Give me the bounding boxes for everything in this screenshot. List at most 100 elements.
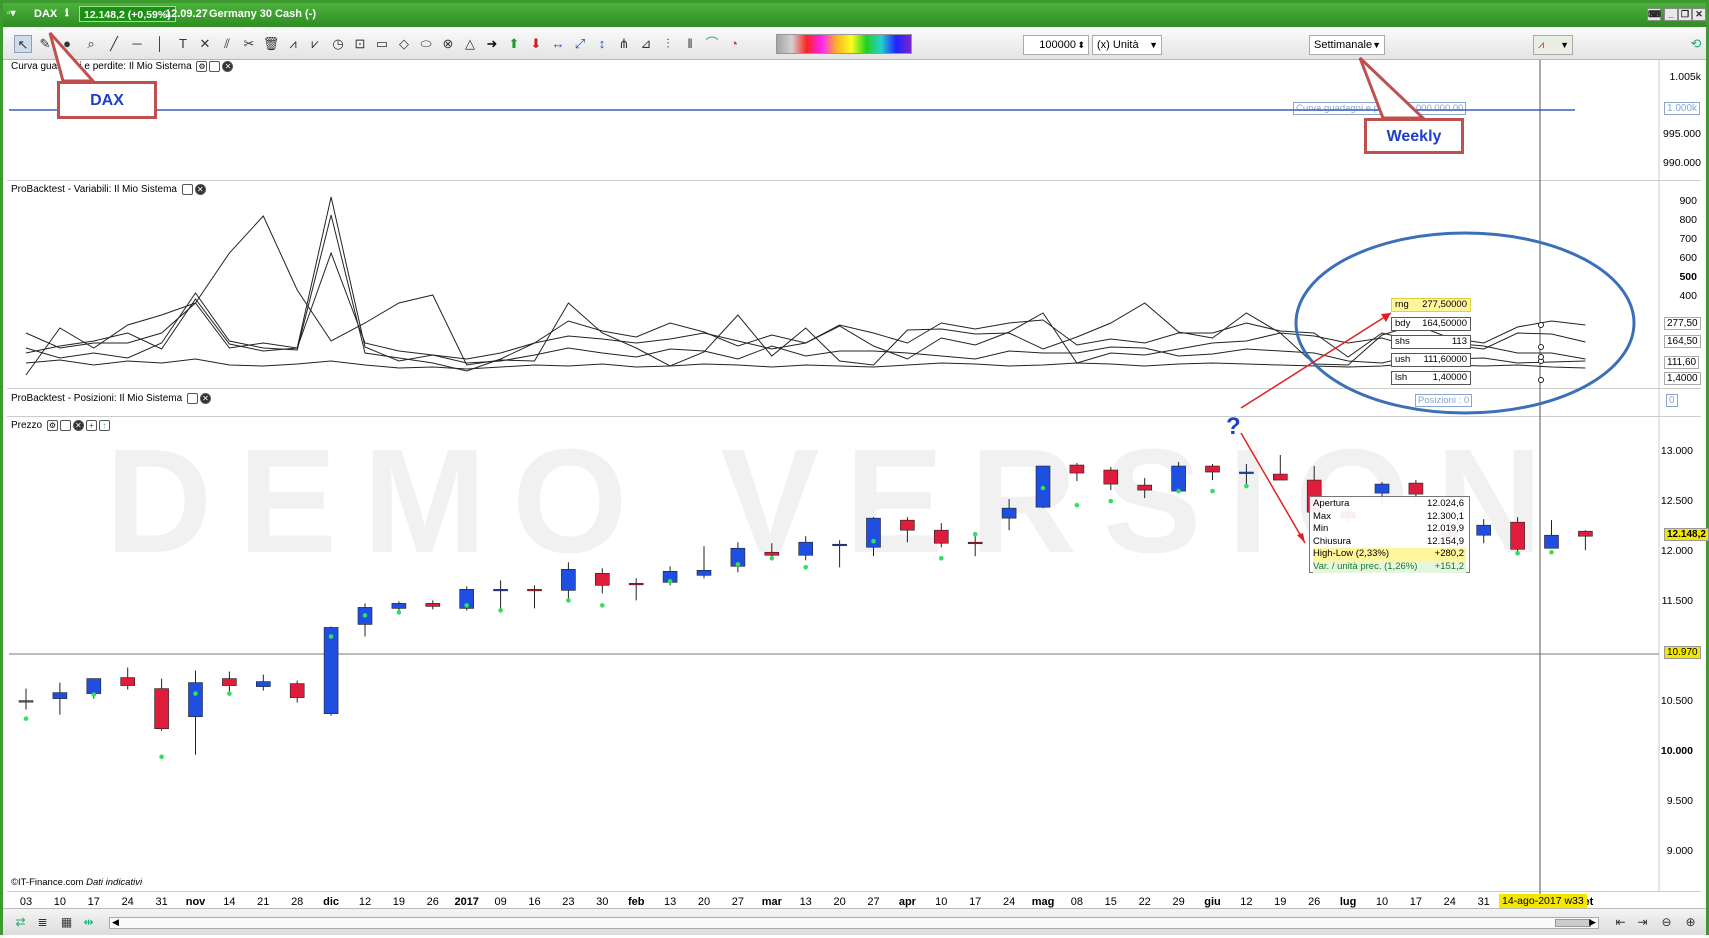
platform-window: ▫▾ DAX ℹ 12.148,2 (+0,59%) 12.09.27 Germ… bbox=[0, 0, 1709, 935]
variable-end-marker bbox=[1538, 377, 1544, 383]
variable-box-shs: shs 113 bbox=[1391, 335, 1471, 349]
signal-dot bbox=[600, 603, 605, 608]
tooltip-row: Apertura 12.024,6 bbox=[1313, 498, 1464, 509]
x-axis-label: 16 bbox=[528, 896, 541, 908]
candle-body bbox=[527, 589, 542, 592]
candle-body bbox=[222, 678, 237, 686]
tooltip-row: Var. / unità prec. (1,26%) +151,2 bbox=[1313, 560, 1466, 573]
candle-body bbox=[832, 543, 847, 547]
x-axis-label: 12 bbox=[358, 896, 372, 908]
x-axis-label: 2017 bbox=[454, 896, 479, 908]
x-axis-label: 10 bbox=[53, 896, 67, 908]
annotation-question: ? bbox=[1226, 413, 1241, 440]
split-icon[interactable]: ⇹ bbox=[81, 915, 96, 929]
x-axis-label: 20 bbox=[833, 896, 846, 908]
calculator-icon[interactable]: ▦ bbox=[59, 915, 74, 929]
signal-dot bbox=[1549, 549, 1554, 555]
fit-icon[interactable]: ⇤ bbox=[1613, 915, 1628, 929]
x-axis-label: feb bbox=[627, 896, 645, 908]
candle-body bbox=[391, 603, 407, 609]
signal-dot bbox=[1074, 502, 1080, 508]
candle-body bbox=[86, 678, 102, 694]
signal-dot bbox=[566, 598, 571, 603]
x-axis-label: 31 bbox=[155, 896, 168, 908]
x-axis-label: 21 bbox=[257, 896, 270, 908]
signal-dot bbox=[1210, 488, 1215, 494]
candle-body bbox=[1273, 473, 1288, 481]
list-icon[interactable]: ≣ bbox=[35, 915, 50, 929]
zoom-out-icon[interactable]: ⊖ bbox=[1659, 915, 1674, 929]
candle-body bbox=[493, 589, 508, 592]
candle-body bbox=[764, 551, 780, 556]
signal-dot bbox=[667, 579, 673, 584]
candle-body bbox=[1374, 483, 1390, 494]
variable-box-bdy: bdy 164,50000 bbox=[1391, 317, 1471, 331]
x-axis-label: 24 bbox=[1002, 896, 1016, 908]
x-axis-label: 24 bbox=[1443, 896, 1456, 908]
horizontal-scrollbar[interactable]: ◀ ▶ bbox=[109, 917, 1599, 929]
signal-dot bbox=[362, 613, 368, 618]
signal-dot bbox=[1176, 488, 1181, 494]
signal-dot bbox=[328, 634, 334, 639]
x-axis-label: 08 bbox=[1070, 896, 1084, 908]
annotation-dax: DAX bbox=[57, 81, 157, 119]
variable-series-line bbox=[25, 214, 1586, 372]
variable-end-marker bbox=[1538, 344, 1544, 350]
candle-body bbox=[1239, 471, 1254, 474]
signal-dot bbox=[1244, 483, 1249, 489]
tooltip-row: Min 12.019,9 bbox=[1313, 523, 1464, 534]
signal-dot bbox=[193, 691, 198, 696]
candle-body bbox=[967, 541, 983, 545]
x-axis-label: 27 bbox=[867, 896, 880, 908]
x-axis-label: 13 bbox=[799, 896, 812, 908]
x-axis-label: 19 bbox=[392, 896, 406, 908]
signal-dot bbox=[1515, 550, 1520, 556]
candle-body bbox=[900, 519, 915, 531]
x-axis-label: 19 bbox=[1274, 896, 1287, 908]
candle-body bbox=[628, 583, 644, 586]
candle-body bbox=[1510, 521, 1525, 550]
x-axis-label: 17 bbox=[969, 896, 982, 908]
candle-body bbox=[120, 677, 135, 686]
candle-body bbox=[1205, 465, 1220, 473]
x-axis-label: 17 bbox=[87, 896, 100, 908]
signal-dot bbox=[1108, 498, 1114, 504]
signal-dot bbox=[939, 555, 944, 561]
candle-body bbox=[18, 700, 34, 703]
signal-dot bbox=[396, 610, 402, 615]
x-axis-label: 29 bbox=[1172, 896, 1185, 908]
zoom-in-icon[interactable]: ⊕ bbox=[1683, 915, 1698, 929]
x-axis-label: apr bbox=[898, 896, 916, 908]
signal-dot bbox=[498, 608, 503, 613]
candle-body bbox=[1408, 482, 1424, 495]
signal-dot bbox=[91, 692, 97, 697]
candle-tooltip: Apertura 12.024,6 Max 12.300,1 Min 12.019,9… bbox=[1309, 496, 1470, 573]
x-axis-label: dic bbox=[323, 896, 340, 908]
x-axis-label: 15 bbox=[1104, 896, 1117, 908]
x-axis-label: 30 bbox=[596, 896, 609, 908]
x-axis-label: 27 bbox=[731, 896, 745, 908]
status-bar: ⇄ ≣ ▦ ⇹ ◀ ▶ ⇤ ⇥ ⊖ ⊕ bbox=[3, 908, 1706, 935]
callout-pointer bbox=[1358, 56, 1427, 120]
scroll-right-icon[interactable]: ▶ bbox=[1589, 917, 1596, 928]
x-axis-label: 12 bbox=[1240, 896, 1253, 908]
callout-pointer bbox=[48, 31, 97, 83]
expand-icon[interactable]: ⇥ bbox=[1635, 915, 1650, 929]
x-axis-label: 24 bbox=[121, 896, 134, 908]
scroll-left-icon[interactable]: ◀ bbox=[112, 917, 119, 928]
candle-body bbox=[1137, 484, 1152, 491]
signal-dot bbox=[803, 564, 808, 570]
scroll-thumb[interactable] bbox=[1555, 919, 1591, 927]
x-axis-label: mag bbox=[1031, 896, 1055, 908]
variable-end-marker bbox=[1538, 354, 1544, 360]
signal-dot bbox=[972, 531, 978, 537]
annotation-arrow bbox=[1240, 432, 1306, 544]
candle-body bbox=[289, 683, 305, 698]
candle-body bbox=[52, 692, 68, 699]
layout-icon[interactable]: ⇄ bbox=[13, 915, 28, 929]
variable-box-rng: rng 277,50000 bbox=[1391, 298, 1471, 312]
signal-dot bbox=[464, 603, 470, 608]
candle-body bbox=[1476, 524, 1491, 536]
variable-series-line bbox=[25, 251, 1586, 360]
candle-body bbox=[1171, 465, 1186, 492]
